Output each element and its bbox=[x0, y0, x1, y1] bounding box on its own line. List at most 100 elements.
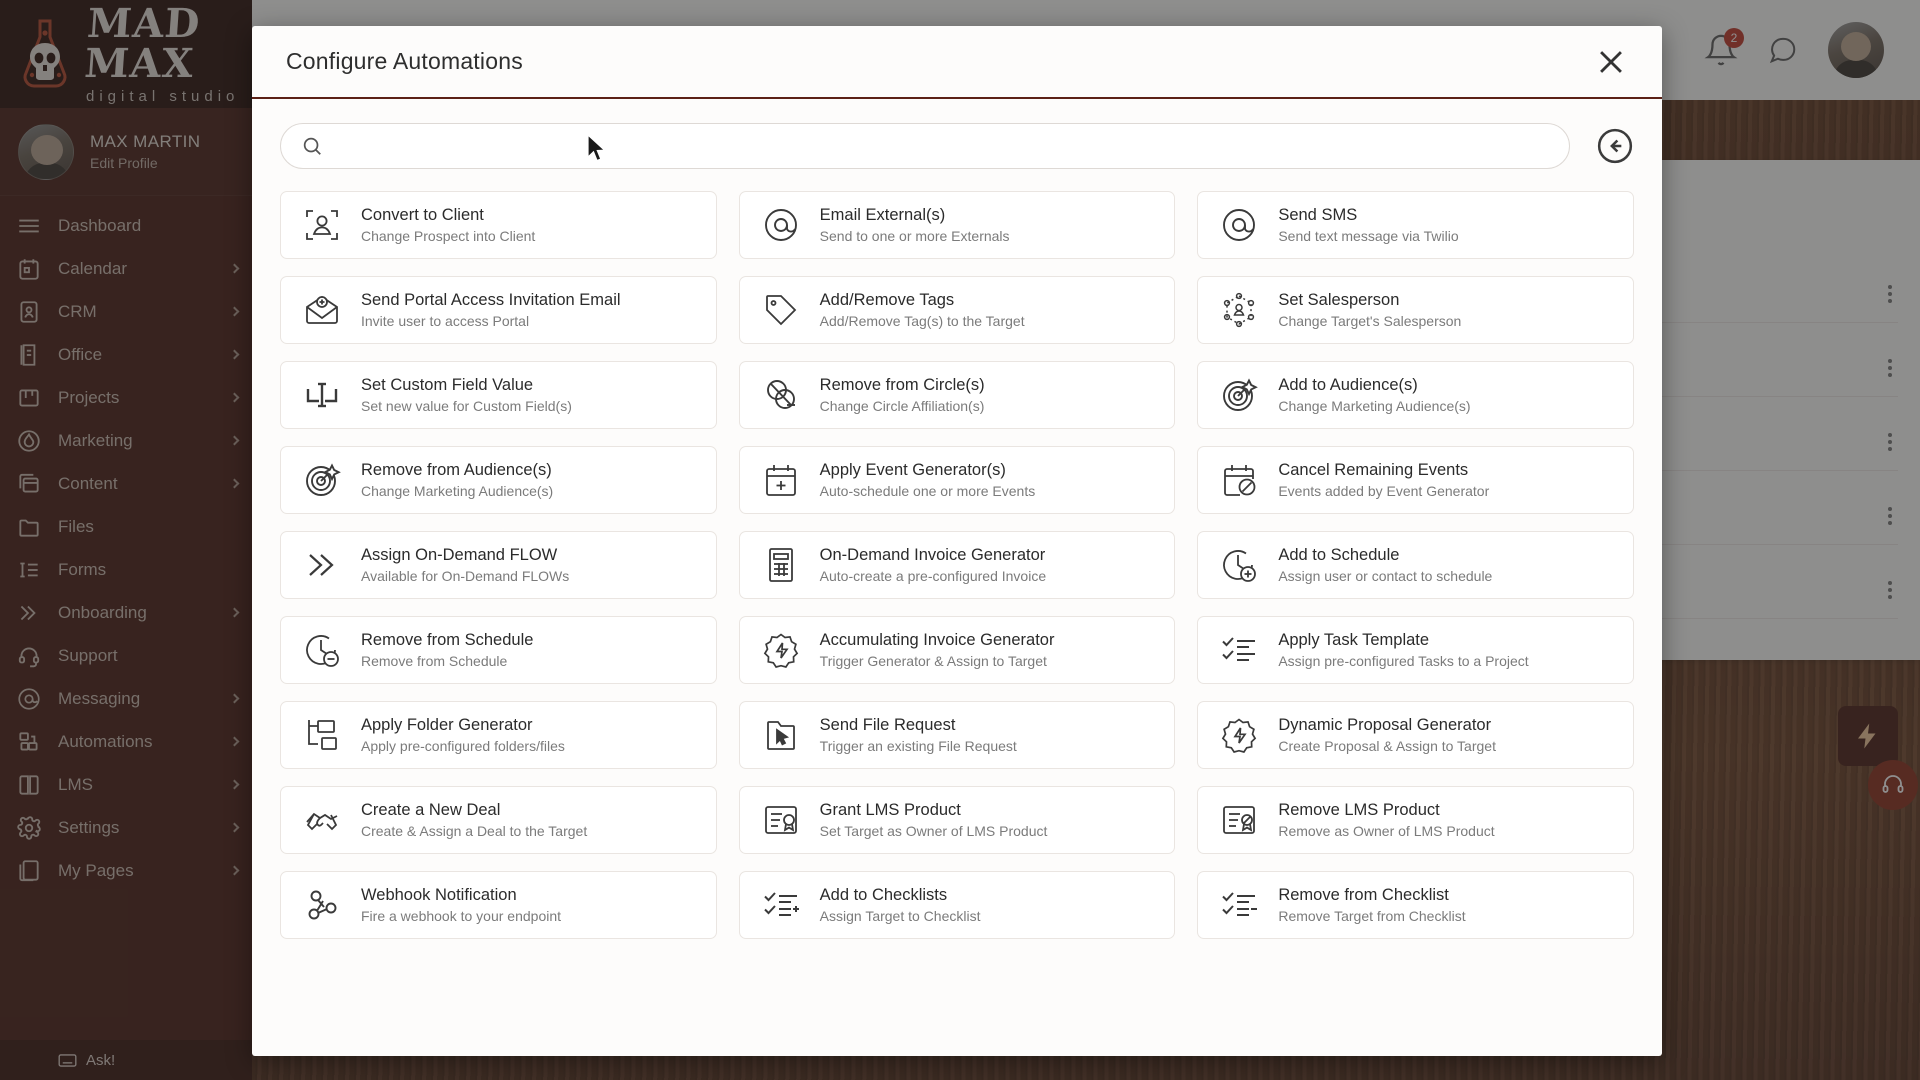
card-title: Email External(s) bbox=[819, 206, 946, 224]
automation-card[interactable]: Send File Request Trigger an existing Fil… bbox=[738, 701, 1176, 769]
card-subtitle: Assign pre-configured Tasks to a Project bbox=[1278, 653, 1529, 669]
back-arrow-icon[interactable] bbox=[1596, 127, 1634, 165]
card-subtitle: Add/Remove Tag(s) to the Target bbox=[819, 313, 1025, 329]
automation-card[interactable]: Assign On-Demand FLOW Available for On-De… bbox=[280, 531, 717, 599]
modal-title: Configure Automations bbox=[286, 48, 523, 74]
card-subtitle: Apply pre-configured folders/files bbox=[361, 738, 565, 754]
card-title: Assign On-Demand FLOW bbox=[361, 546, 558, 564]
search-icon bbox=[303, 137, 321, 155]
card-subtitle: Set Target as Owner of LMS Product bbox=[819, 823, 1048, 839]
automation-card[interactable]: Grant LMS Product Set Target as Owner of … bbox=[738, 786, 1176, 854]
automation-card[interactable]: Remove from Circle(s) Change Circle Affil… bbox=[738, 361, 1176, 429]
automation-card[interactable]: Webhook Notification Fire a webhook to yo… bbox=[280, 871, 717, 939]
automation-card[interactable]: Remove from Schedule Remove from Schedule bbox=[280, 616, 717, 684]
modal-header: Configure Automations bbox=[252, 26, 1662, 99]
checklist-icon bbox=[1222, 637, 1256, 661]
search-box[interactable] bbox=[280, 123, 1570, 169]
invoice-icon bbox=[768, 548, 793, 582]
card-title: Send SMS bbox=[1278, 206, 1358, 224]
gear-bolt-icon bbox=[763, 633, 798, 668]
gear-bolt-icon bbox=[1222, 718, 1257, 753]
automation-card[interactable]: Remove from Checklist Remove Target from … bbox=[1197, 871, 1634, 939]
field-value-icon bbox=[306, 382, 338, 408]
card-title: Cancel Remaining Events bbox=[1278, 461, 1469, 479]
automation-card[interactable]: Convert to Client Change Prospect into Cl… bbox=[280, 191, 717, 259]
card-title: Apply Folder Generator bbox=[361, 716, 533, 734]
card-subtitle: Create & Assign a Deal to the Target bbox=[361, 823, 588, 839]
automation-card[interactable]: Apply Folder Generator Apply pre-configur… bbox=[280, 701, 717, 769]
card-title: Convert to Client bbox=[361, 206, 484, 224]
card-title: Remove LMS Product bbox=[1278, 801, 1440, 819]
automation-card[interactable]: Cancel Remaining Events Events added by E… bbox=[1197, 446, 1634, 514]
card-subtitle: Send text message via Twilio bbox=[1278, 228, 1459, 244]
card-subtitle: Trigger Generator & Assign to Target bbox=[819, 653, 1047, 669]
card-title: Remove from Audience(s) bbox=[361, 461, 552, 479]
card-subtitle: Available for On-Demand FLOWs bbox=[361, 568, 570, 584]
card-title: Send File Request bbox=[819, 716, 956, 734]
circles-minus-icon bbox=[766, 380, 795, 409]
card-subtitle: Auto-schedule one or more Events bbox=[819, 483, 1036, 499]
envelope-plus-icon bbox=[306, 295, 338, 324]
lms-grant-icon bbox=[764, 806, 797, 834]
card-subtitle: Auto-create a pre-configured Invoice bbox=[819, 568, 1047, 584]
card-title: Add to Audience(s) bbox=[1278, 376, 1418, 394]
card-title: Create a New Deal bbox=[361, 801, 501, 819]
checklist-plus-icon bbox=[763, 892, 799, 916]
automation-card[interactable]: Dynamic Proposal Generator Create Proposa… bbox=[1197, 701, 1634, 769]
tag-icon bbox=[765, 295, 796, 326]
automation-card[interactable]: Add to Checklists Assign Target to Checkl… bbox=[738, 871, 1176, 939]
modal-body: Convert to Client Change Prospect into Cl… bbox=[252, 99, 1662, 1056]
clock-minus-icon bbox=[306, 635, 339, 667]
card-title: On-Demand Invoice Generator bbox=[819, 546, 1046, 564]
webhook-icon bbox=[308, 890, 337, 920]
automation-card[interactable]: Set Salesperson Change Target's Salespers… bbox=[1197, 276, 1634, 344]
automation-card[interactable]: Remove LMS Product Remove as Owner of LMS… bbox=[1197, 786, 1634, 854]
target-star-icon bbox=[306, 463, 341, 496]
card-subtitle: Change Circle Affiliation(s) bbox=[819, 398, 985, 414]
configure-automations-modal: Configure Automations Convert to Client C… bbox=[252, 26, 1662, 1056]
automation-card[interactable]: Add/Remove Tags Add/Remove Tag(s) to the … bbox=[738, 276, 1176, 344]
card-title: Remove from Checklist bbox=[1278, 886, 1449, 904]
automation-card[interactable]: Email External(s) Send to one or more Ext… bbox=[738, 191, 1176, 259]
automation-card[interactable]: Create a New Deal Create & Assign a Deal … bbox=[280, 786, 717, 854]
network-person-icon bbox=[1224, 292, 1255, 328]
card-subtitle: Invite user to access Portal bbox=[361, 313, 530, 329]
search-input[interactable] bbox=[335, 137, 1549, 155]
calendar-plus-icon bbox=[765, 465, 796, 496]
card-title: Add to Checklists bbox=[819, 886, 948, 904]
card-subtitle: Remove Target from Checklist bbox=[1278, 908, 1466, 924]
card-subtitle: Assign user or contact to schedule bbox=[1278, 568, 1493, 584]
lms-remove-icon bbox=[1223, 806, 1256, 834]
card-subtitle: Assign Target to Checklist bbox=[819, 908, 981, 924]
close-icon[interactable] bbox=[1594, 45, 1628, 79]
automation-card[interactable]: Add to Schedule Assign user or contact to… bbox=[1197, 531, 1634, 599]
clock-plus-icon bbox=[1223, 550, 1257, 582]
card-title: Add to Schedule bbox=[1278, 546, 1400, 564]
card-title: Add/Remove Tags bbox=[819, 291, 955, 309]
card-subtitle: Change Marketing Audience(s) bbox=[1278, 398, 1471, 414]
card-title: Accumulating Invoice Generator bbox=[819, 631, 1055, 649]
card-subtitle: Create Proposal & Assign to Target bbox=[1278, 738, 1496, 754]
card-title: Remove from Circle(s) bbox=[819, 376, 985, 394]
card-title: Send Portal Access Invitation Email bbox=[361, 291, 621, 309]
automation-card[interactable]: Send Portal Access Invitation Email Invit… bbox=[280, 276, 717, 344]
automation-card[interactable]: Apply Task Template Assign pre-configured… bbox=[1197, 616, 1634, 684]
card-subtitle: Change Marketing Audience(s) bbox=[361, 483, 554, 499]
card-title: Grant LMS Product bbox=[819, 801, 961, 819]
card-subtitle: Trigger an existing File Request bbox=[819, 738, 1017, 754]
automation-card[interactable]: Set Custom Field Value Set new value for … bbox=[280, 361, 717, 429]
card-title: Set Salesperson bbox=[1278, 291, 1400, 309]
automation-card-grid: Convert to Client Change Prospect into Cl… bbox=[280, 191, 1634, 939]
automation-card[interactable]: Remove from Audience(s) Change Marketing … bbox=[280, 446, 717, 514]
card-subtitle: Remove as Owner of LMS Product bbox=[1278, 823, 1495, 839]
card-title: Webhook Notification bbox=[361, 886, 517, 904]
automation-card[interactable]: Apply Event Generator(s) Auto-schedule on… bbox=[738, 446, 1176, 514]
automation-card[interactable]: Send SMS Send text message via Twilio bbox=[1197, 191, 1634, 259]
automation-card[interactable]: On-Demand Invoice Generator Auto-create a… bbox=[738, 531, 1176, 599]
chevrons-icon bbox=[309, 554, 334, 576]
person-frame-icon bbox=[306, 210, 338, 240]
checklist-minus-icon bbox=[1222, 892, 1258, 916]
card-subtitle: Remove from Schedule bbox=[361, 653, 508, 669]
automation-card[interactable]: Accumulating Invoice Generator Trigger Ge… bbox=[738, 616, 1176, 684]
automation-card[interactable]: Add to Audience(s) Change Marketing Audie… bbox=[1197, 361, 1634, 429]
